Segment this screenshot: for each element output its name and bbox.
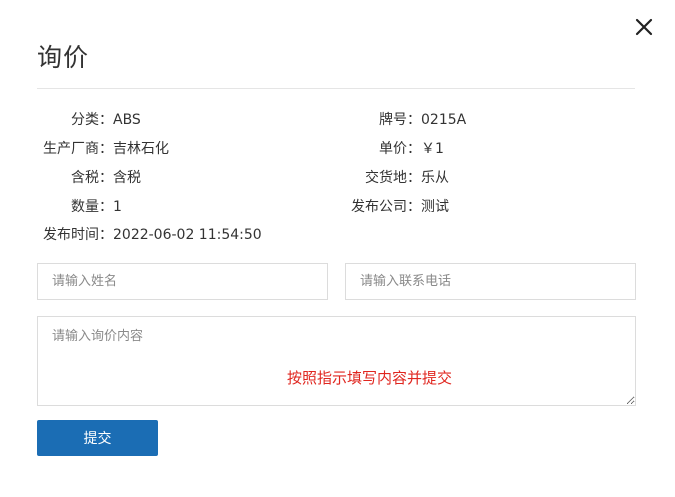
info-tax: 含税：含税 — [38, 168, 141, 188]
info-grade: 牌号：0215A — [337, 110, 466, 130]
info-label: 发布公司： — [351, 199, 421, 215]
name-input[interactable] — [37, 263, 328, 300]
info-label: 单价： — [379, 141, 421, 157]
info-value: 2022-06-02 11:54:50 — [113, 227, 262, 243]
info-label: 数量： — [71, 199, 113, 215]
info-value: ABS — [113, 112, 141, 128]
info-value: 乐从 — [421, 170, 449, 186]
info-value: 含税 — [113, 170, 141, 186]
info-value: 1 — [113, 199, 122, 215]
info-quantity: 数量：1 — [38, 197, 122, 217]
info-label: 交货地： — [365, 170, 421, 186]
info-publish-time: 发布时间：2022-06-02 11:54:50 — [38, 225, 262, 245]
submit-button[interactable]: 提交 — [37, 420, 158, 456]
info-unit-price: 单价：￥1 — [337, 139, 444, 159]
info-label: 分类： — [71, 112, 113, 128]
info-value: 测试 — [421, 199, 449, 215]
title-divider — [37, 88, 635, 89]
info-value: 0215A — [421, 112, 467, 128]
info-publisher: 发布公司：测试 — [337, 197, 449, 217]
info-manufacturer: 生产厂商：吉林石化 — [38, 139, 169, 159]
info-label: 牌号： — [379, 112, 421, 128]
info-label: 含税： — [71, 170, 113, 186]
info-value: ￥1 — [421, 141, 444, 157]
instruction-hint: 按照指示填写内容并提交 — [287, 369, 453, 387]
phone-input[interactable] — [345, 263, 636, 300]
info-delivery-place: 交货地：乐从 — [337, 168, 449, 188]
info-category: 分类：ABS — [38, 110, 141, 130]
dialog-title: 询价 — [37, 43, 90, 72]
inquiry-content-textarea[interactable] — [37, 316, 636, 406]
info-label: 发布时间： — [43, 227, 113, 243]
close-button[interactable] — [631, 14, 657, 40]
info-label: 生产厂商： — [43, 141, 113, 157]
info-value: 吉林石化 — [113, 141, 169, 157]
close-icon — [635, 18, 653, 36]
